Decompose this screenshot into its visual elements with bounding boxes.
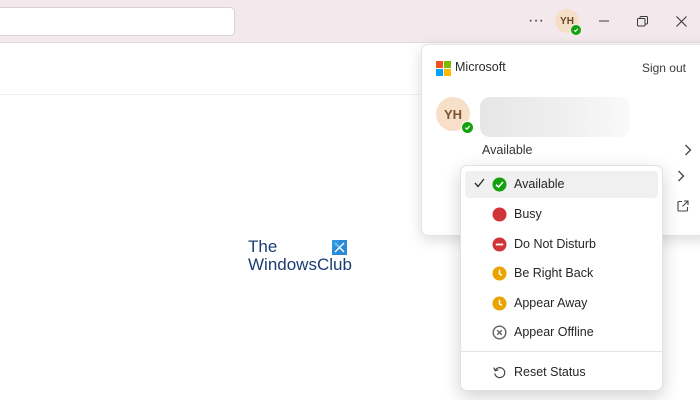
search-input[interactable] — [0, 7, 235, 36]
chevron-right-icon[interactable] — [677, 169, 685, 185]
account-avatar-button[interactable]: YH — [555, 9, 582, 36]
profile-initials: YH — [443, 106, 463, 122]
check-icon — [464, 125, 471, 131]
status-option-do-not-disturb[interactable]: Do Not Disturb — [465, 231, 658, 258]
profile-avatar: YH — [436, 97, 474, 134]
menu-divider — [461, 351, 662, 352]
status-option-label: Do Not Disturb — [514, 237, 596, 251]
status-option-be-right-back[interactable]: Be Right Back — [465, 260, 658, 287]
restore-icon — [636, 15, 648, 26]
status-option-label: Available — [514, 177, 565, 191]
status-option-label: Appear Away — [514, 296, 588, 310]
blurred-account-name — [480, 97, 630, 137]
appear-offline-icon — [492, 325, 507, 340]
close-button[interactable] — [668, 8, 694, 34]
more-options-button[interactable]: ··· — [523, 8, 549, 34]
status-option-label: Busy — [514, 207, 542, 221]
status-option-label: Be Right Back — [514, 266, 594, 280]
brand-name: Microsoft — [455, 60, 506, 74]
windows-logo-icon — [332, 240, 347, 255]
status-label: Available — [482, 143, 533, 157]
sign-out-link[interactable]: Sign out — [642, 61, 686, 75]
watermark-line2: WindowsClub — [248, 255, 352, 274]
watermark: The WindowsClub — [248, 238, 352, 274]
minimize-button[interactable] — [591, 8, 617, 34]
status-option-label: Appear Offline — [514, 325, 594, 339]
check-icon — [573, 28, 579, 33]
reset-icon — [493, 367, 506, 379]
reset-status-label: Reset Status — [514, 365, 586, 379]
reset-status-button[interactable]: Reset Status — [465, 359, 658, 386]
status-option-appear-offline[interactable]: Appear Offline — [465, 319, 658, 346]
be-right-back-icon — [492, 266, 507, 281]
do-not-disturb-icon — [492, 237, 507, 252]
title-bar: ··· YH — [0, 0, 700, 43]
microsoft-logo-icon — [436, 61, 451, 76]
restore-button[interactable] — [629, 8, 655, 34]
busy-icon — [492, 207, 507, 222]
checkmark-icon — [474, 176, 485, 191]
available-status-badge — [570, 24, 582, 36]
minimize-icon — [599, 20, 609, 22]
content-divider — [0, 94, 420, 95]
available-status-badge — [461, 121, 474, 134]
available-icon — [492, 177, 507, 192]
chevron-right-icon — [684, 143, 692, 159]
close-icon — [675, 15, 687, 27]
status-option-appear-away[interactable]: Appear Away — [465, 290, 658, 317]
status-option-available[interactable]: Available — [465, 171, 658, 198]
status-option-busy[interactable]: Busy — [465, 201, 658, 228]
appear-away-icon — [492, 296, 507, 311]
status-menu: Available Busy Do Not Disturb Be Right B… — [460, 165, 663, 391]
open-external-icon[interactable] — [677, 200, 689, 212]
status-selector[interactable]: Available — [482, 143, 692, 163]
